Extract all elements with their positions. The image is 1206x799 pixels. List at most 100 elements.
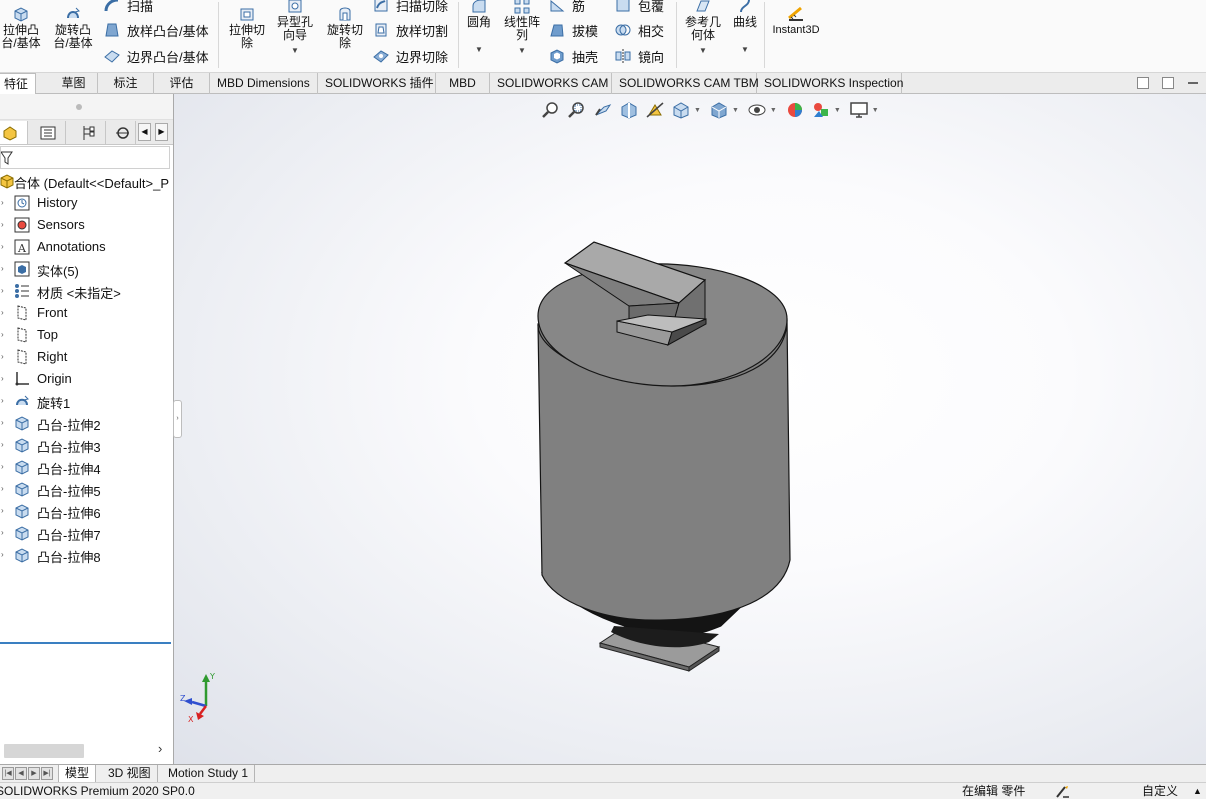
shell-button[interactable]: 抽壳: [548, 45, 598, 67]
tab-dimxpert-manager[interactable]: [108, 121, 136, 144]
tree-item[interactable]: › History: [0, 192, 173, 214]
fillet-button[interactable]: 圆角 ▼: [463, 0, 495, 56]
tab-solidworks-addins[interactable]: SOLIDWORKS 插件: [318, 73, 436, 94]
tree-item[interactable]: › 凸台-拉伸6: [0, 500, 173, 522]
panel-horizontal-scrollbar[interactable]: [4, 744, 84, 758]
tree-item[interactable]: › Sensors: [0, 214, 173, 236]
tab-evaluate[interactable]: 评估: [154, 73, 210, 94]
tab-model[interactable]: 模型: [58, 765, 97, 782]
sweep-button[interactable]: 扫描: [103, 0, 153, 16]
linear-pattern-button[interactable]: 线性阵 列 ▼: [499, 0, 545, 57]
rollback-bar[interactable]: [0, 642, 171, 644]
tree-item[interactable]: › 旋转1: [0, 390, 173, 412]
rib-button[interactable]: 筋: [548, 0, 585, 16]
units-dropdown-icon[interactable]: ▲: [1193, 783, 1202, 799]
sweep-cut-button[interactable]: 扫描切除: [372, 0, 448, 16]
expand-arrow-icon[interactable]: ›: [1, 484, 4, 493]
tree-item[interactable]: › 凸台-拉伸5: [0, 478, 173, 500]
curves-button[interactable]: 曲线 ▼: [729, 0, 761, 56]
tab-solidworks-cam-tbm[interactable]: SOLIDWORKS CAM TBM: [612, 73, 759, 94]
expand-arrow-icon[interactable]: ›: [1, 264, 4, 273]
expand-arrow-icon[interactable]: ›: [1, 374, 4, 383]
tab-sketch[interactable]: 草图: [50, 73, 98, 94]
intersect-button[interactable]: 相交: [614, 19, 664, 41]
minimize-icon[interactable]: [1188, 82, 1198, 84]
tile-horizontal-icon[interactable]: [1137, 77, 1149, 89]
reference-geometry-dropdown-icon[interactable]: ▼: [699, 44, 707, 57]
expand-arrow-icon[interactable]: ›: [1, 220, 4, 229]
expand-arrow-icon[interactable]: ›: [1, 286, 4, 295]
graphics-viewport[interactable]: ▼ ▼ ▼ ▼ ▼ Y Z X: [174, 94, 1206, 764]
expand-arrow-icon[interactable]: ›: [1, 528, 4, 537]
tab-property-manager[interactable]: [30, 121, 66, 144]
expand-arrow-icon[interactable]: ›: [1, 308, 4, 317]
linear-pattern-dropdown-icon[interactable]: ▼: [518, 44, 526, 57]
tree-item[interactable]: › 凸台-拉伸4: [0, 456, 173, 478]
expand-arrow-icon[interactable]: ›: [1, 396, 4, 405]
scroll-right-icon[interactable]: ›: [158, 741, 162, 756]
tabs-scroll-left-icon[interactable]: ◀: [138, 123, 151, 141]
rebuild-icon[interactable]: [1055, 784, 1071, 799]
units-selector[interactable]: 自定义: [1142, 783, 1178, 799]
tab-markup[interactable]: 标注: [98, 73, 154, 94]
revolve-cut-button[interactable]: 旋转切 除: [322, 4, 368, 50]
panel-collapse-handle[interactable]: ›: [173, 400, 182, 438]
tree-item[interactable]: › 材质 <未指定>: [0, 280, 173, 302]
expand-arrow-icon[interactable]: ›: [1, 198, 4, 207]
expand-arrow-icon[interactable]: ›: [1, 330, 4, 339]
boundary-boss-label: 边界凸台/基体: [127, 49, 209, 65]
expand-arrow-icon[interactable]: ›: [1, 506, 4, 515]
tree-item[interactable]: › 凸台-拉伸3: [0, 434, 173, 456]
tree-item[interactable]: › Top: [0, 324, 173, 346]
loft-cut-button[interactable]: 放样切割: [372, 19, 448, 41]
tree-item[interactable]: › 凸台-拉伸7: [0, 522, 173, 544]
last-tab-icon[interactable]: ▶|: [41, 767, 53, 780]
expand-arrow-icon[interactable]: ›: [1, 440, 4, 449]
tabs-scroll-right-icon[interactable]: ▶: [155, 123, 168, 141]
tree-item[interactable]: › Right: [0, 346, 173, 368]
tree-item[interactable]: › Origin: [0, 368, 173, 390]
expand-arrow-icon[interactable]: ›: [1, 462, 4, 471]
tab-mbd-dimensions[interactable]: MBD Dimensions: [210, 73, 318, 94]
prev-tab-icon[interactable]: ◀: [15, 767, 27, 780]
tree-root-part[interactable]: 合体 (Default<<Default>_P: [0, 170, 173, 192]
draft-button[interactable]: 拔模: [548, 19, 598, 41]
tree-item[interactable]: › 凸台-拉伸8: [0, 544, 173, 566]
hole-wizard-button[interactable]: 异型孔 向导 ▼: [273, 0, 317, 57]
fillet-dropdown-icon[interactable]: ▼: [475, 43, 483, 56]
expand-arrow-icon[interactable]: ›: [1, 242, 4, 251]
revolve-boss-button[interactable]: 旋转凸 台/基体: [49, 4, 97, 50]
tree-item[interactable]: › 凸台-拉伸2: [0, 412, 173, 434]
next-tab-icon[interactable]: ▶: [28, 767, 40, 780]
tree-item[interactable]: › A Annotations: [0, 236, 173, 258]
extrude-boss-button[interactable]: 拉伸凸 台/基体: [0, 4, 44, 50]
hole-wizard-dropdown-icon[interactable]: ▼: [291, 44, 299, 57]
tile-vertical-icon[interactable]: [1162, 77, 1174, 89]
mirror-button[interactable]: 镜向: [614, 45, 664, 67]
curves-dropdown-icon[interactable]: ▼: [741, 43, 749, 56]
loft-boss-button[interactable]: 放样凸台/基体: [103, 19, 209, 41]
tab-features[interactable]: 特征: [0, 73, 36, 95]
reference-geometry-button[interactable]: 参考几 何体 ▼: [680, 0, 726, 57]
instant3d-button[interactable]: Instant3D: [767, 4, 825, 37]
silo-model[interactable]: [174, 94, 1206, 764]
tree-item[interactable]: › Front: [0, 302, 173, 324]
tab-configuration-manager[interactable]: [70, 121, 106, 144]
tab-solidworks-cam[interactable]: SOLIDWORKS CAM: [490, 73, 612, 94]
boundary-boss-button[interactable]: 边界凸台/基体: [103, 45, 209, 67]
tab-motion-study[interactable]: Motion Study 1: [162, 765, 256, 782]
tab-solidworks-inspection[interactable]: SOLIDWORKS Inspection: [757, 73, 903, 94]
extrude-cut-button[interactable]: 拉伸切 除: [224, 4, 270, 50]
expand-arrow-icon[interactable]: ›: [1, 418, 4, 427]
tab-mbd[interactable]: MBD: [436, 73, 490, 94]
tab-3d-views[interactable]: 3D 视图: [102, 765, 158, 782]
expand-arrow-icon[interactable]: ›: [1, 550, 4, 559]
wrap-button[interactable]: 包覆: [614, 0, 664, 16]
first-tab-icon[interactable]: |◀: [2, 767, 14, 780]
tree-item[interactable]: › 实体(5): [0, 258, 173, 280]
tab-feature-manager[interactable]: [0, 121, 28, 144]
tree-filter-field[interactable]: [0, 146, 170, 169]
expand-arrow-icon[interactable]: ›: [1, 352, 4, 361]
panel-grip[interactable]: [0, 94, 173, 120]
boundary-cut-button[interactable]: 边界切除: [372, 45, 448, 67]
